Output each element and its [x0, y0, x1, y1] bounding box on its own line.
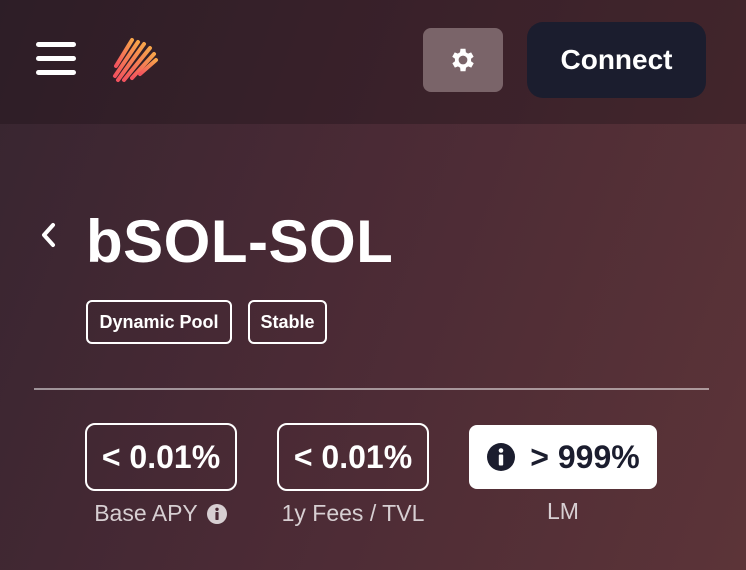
chevron-left-icon	[42, 223, 55, 247]
base-apy-label: Base APY	[85, 500, 237, 527]
top-bar: Connect	[0, 0, 746, 124]
base-apy-value: < 0.01%	[85, 423, 237, 491]
lm-value: > 999%	[530, 438, 640, 475]
settings-button[interactable]	[423, 28, 503, 92]
lm-value-box[interactable]: > 999%	[469, 425, 657, 489]
fees-tvl-label: 1y Fees / TVL	[257, 500, 449, 527]
connect-button[interactable]: Connect	[527, 22, 706, 98]
hamburger-menu-icon[interactable]	[36, 42, 76, 76]
lm-label: LM	[469, 498, 657, 525]
pool-title: bSOL-SOL	[86, 208, 394, 275]
base-apy-label-text: Base APY	[94, 500, 198, 526]
back-button[interactable]	[36, 220, 60, 250]
info-icon[interactable]	[206, 503, 228, 525]
fees-tvl-value: < 0.01%	[277, 423, 429, 491]
badge-dynamic-pool: Dynamic Pool	[86, 300, 232, 344]
lm-label-text: LM	[547, 498, 579, 524]
brand-logo[interactable]	[110, 36, 162, 86]
info-icon[interactable]	[486, 442, 516, 472]
divider	[34, 388, 709, 390]
fees-tvl-label-text: 1y Fees / TVL	[281, 500, 425, 526]
badge-stable: Stable	[248, 300, 327, 344]
gear-icon	[452, 48, 474, 72]
